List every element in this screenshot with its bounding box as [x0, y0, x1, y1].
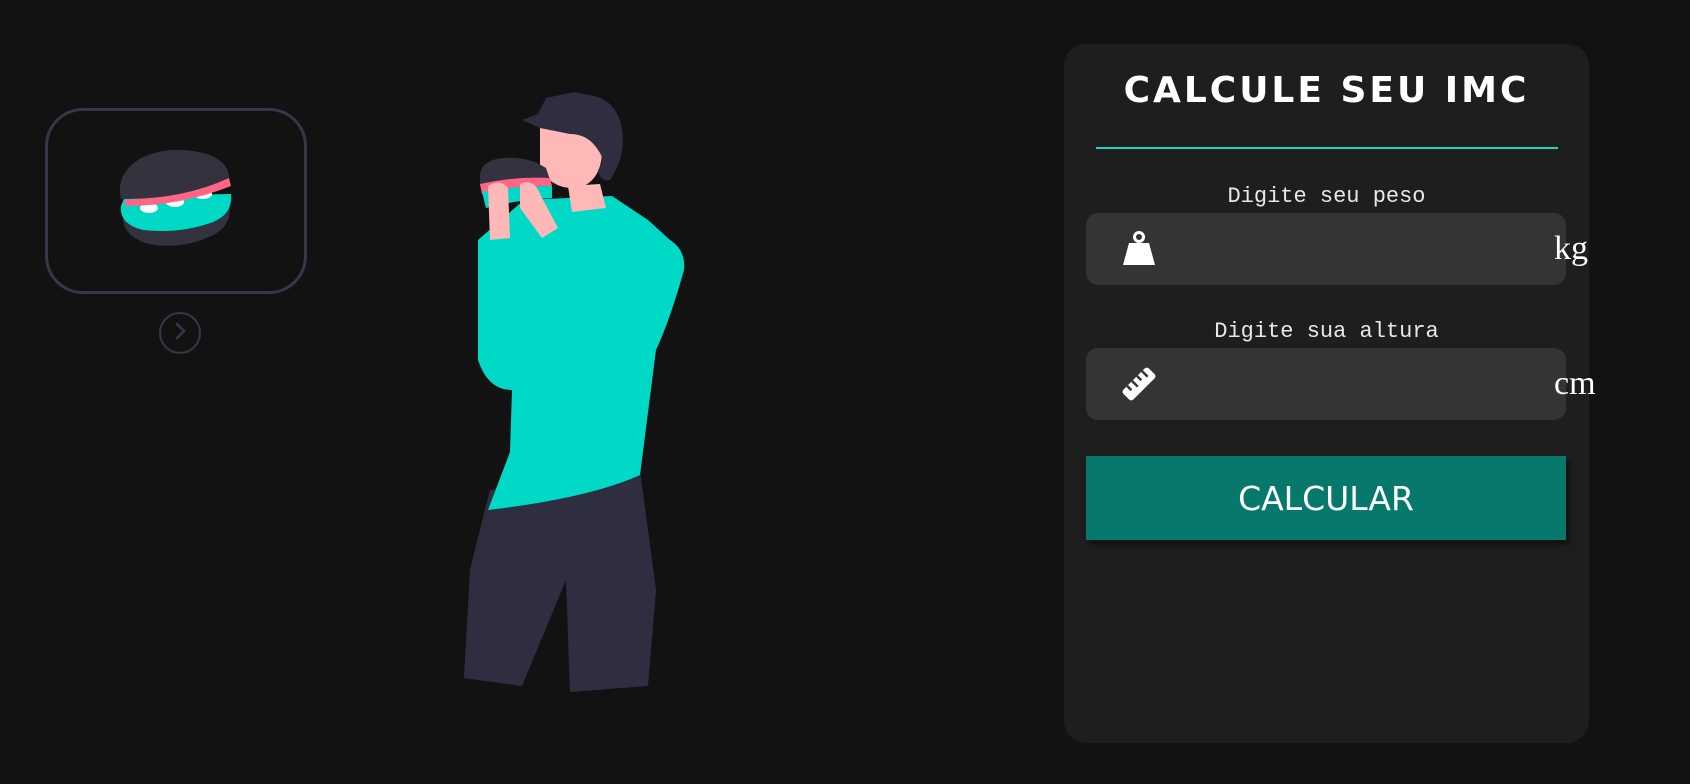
weight-unit: kg: [1554, 230, 1588, 267]
person-eating-burger-illustration: [460, 90, 700, 700]
weight-label: Digite seu peso: [1227, 184, 1426, 209]
height-label: Digite sua altura: [1214, 319, 1439, 344]
weight-icon: [1120, 230, 1158, 268]
chevron-right-icon: [170, 321, 190, 345]
bmi-card: CALCULE SEU IMC Digite seu peso kg Digit…: [1064, 44, 1596, 743]
next-button[interactable]: [159, 312, 201, 354]
height-input[interactable]: [1170, 347, 1542, 421]
title-divider: [1096, 147, 1558, 149]
weight-input[interactable]: [1170, 212, 1542, 286]
height-unit: cm: [1554, 365, 1596, 402]
calculate-button[interactable]: CALCULAR: [1086, 456, 1566, 540]
burger-icon: [111, 144, 241, 258]
height-field[interactable]: cm: [1086, 347, 1596, 421]
card-title: CALCULE SEU IMC: [1123, 70, 1530, 111]
weight-field[interactable]: kg: [1086, 212, 1588, 286]
ruler-icon: [1120, 365, 1158, 403]
thumbnail-card[interactable]: [45, 108, 307, 294]
